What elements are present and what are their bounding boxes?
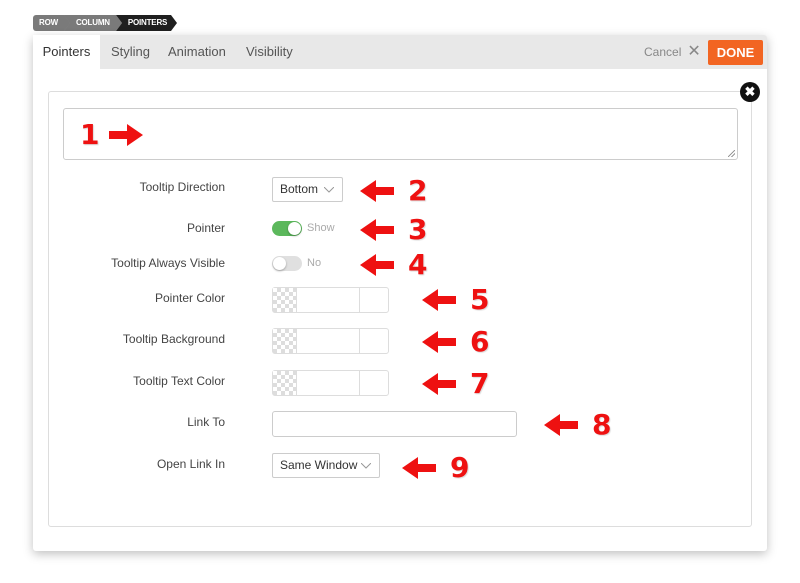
arrow-left-icon (422, 330, 456, 353)
pointer-color-label: Pointer Color (154, 291, 225, 305)
annotation-4: 4 (360, 248, 427, 281)
open-link-in-label: Open Link In (156, 457, 225, 471)
breadcrumb-column[interactable]: COLUMN (63, 15, 122, 31)
arrow-left-icon (360, 218, 394, 241)
arrow-left-icon (360, 253, 394, 276)
tooltip-text-color-clear[interactable] (360, 371, 388, 395)
breadcrumb-row[interactable]: ROW (33, 15, 70, 31)
arrow-left-icon (360, 179, 394, 202)
annotation-5: 5 (422, 283, 489, 316)
tab-pointers[interactable]: Pointers (33, 35, 100, 69)
open-link-in-select[interactable]: Same Window (272, 453, 380, 478)
settings-panel: Pointers Styling Animation Visibility Ca… (33, 35, 767, 551)
tooltip-background-clear[interactable] (360, 329, 388, 353)
pointer-label: Pointer (186, 221, 225, 235)
tooltip-background-picker (272, 328, 389, 354)
tooltip-direction-label: Tooltip Direction (139, 180, 225, 194)
link-to-input[interactable] (272, 411, 517, 437)
tooltip-text-color-label: Tooltip Text Color (133, 374, 225, 388)
annotation-2: 2 (360, 174, 427, 207)
annotation-9: 9 (402, 451, 469, 484)
chevron-down-icon (361, 454, 371, 469)
arrow-left-icon (422, 288, 456, 311)
tooltip-background-swatch[interactable] (273, 329, 297, 353)
pointer-color-picker (272, 287, 389, 313)
breadcrumb-pointers[interactable]: POINTERS (115, 15, 178, 31)
tooltip-direction-value: Bottom (280, 182, 319, 196)
tooltip-always-visible-state: No (307, 257, 322, 269)
annotation-1: 1 (80, 118, 144, 151)
tooltip-text-color-picker (272, 370, 389, 396)
annotation-3: 3 (360, 213, 427, 246)
pointer-color-input[interactable] (297, 288, 360, 312)
tooltip-text-color-input[interactable] (297, 371, 360, 395)
annotation-number: 3 (408, 213, 428, 246)
close-icon: ✕ (687, 43, 701, 60)
tooltip-direction-select[interactable]: Bottom (272, 177, 343, 202)
annotation-number: 7 (470, 367, 490, 400)
annotation-number: 1 (80, 118, 100, 151)
arrow-left-icon (422, 372, 456, 395)
done-button[interactable]: DONE (708, 40, 763, 65)
annotation-8: 8 (544, 408, 611, 441)
tooltip-background-label: Tooltip Background (122, 332, 225, 346)
tab-styling[interactable]: Styling (111, 35, 150, 69)
annotation-6: 6 (422, 325, 489, 358)
tooltip-always-visible-toggle[interactable] (272, 256, 302, 271)
pointer-color-clear[interactable] (360, 288, 388, 312)
tooltip-always-visible-label: Tooltip Always Visible (111, 256, 225, 270)
chevron-down-icon (324, 178, 334, 193)
annotation-number: 6 (470, 325, 490, 358)
open-link-in-value: Same Window (280, 458, 358, 472)
tab-visibility[interactable]: Visibility (246, 35, 293, 69)
tooltip-background-input[interactable] (297, 329, 360, 353)
pointer-color-swatch[interactable] (273, 288, 297, 312)
arrow-left-icon (544, 413, 578, 436)
content-textarea[interactable] (63, 108, 738, 160)
pointer-state: Show (307, 222, 335, 234)
cancel-label: Cancel (644, 45, 682, 59)
tab-bar: Pointers Styling Animation Visibility Ca… (33, 35, 767, 69)
annotation-7: 7 (422, 367, 489, 400)
pointer-toggle[interactable] (272, 221, 302, 236)
link-to-label: Link To (187, 415, 225, 429)
breadcrumb: ROW COLUMN POINTERS (33, 15, 178, 31)
arrow-left-icon (402, 456, 436, 479)
resize-handle-icon[interactable] (728, 150, 735, 157)
annotation-number: 5 (470, 283, 490, 316)
annotation-number: 2 (408, 174, 428, 207)
close-circle-icon[interactable]: ✖ (740, 82, 760, 102)
arrow-right-icon (109, 123, 144, 146)
annotation-number: 8 (592, 408, 612, 441)
annotation-number: 9 (450, 451, 470, 484)
tooltip-text-color-swatch[interactable] (273, 371, 297, 395)
cancel-button[interactable]: Cancel ✕ (644, 35, 701, 69)
toggle-knob (288, 222, 301, 235)
tab-animation[interactable]: Animation (168, 35, 226, 69)
toggle-knob (273, 257, 286, 270)
annotation-number: 4 (408, 248, 428, 281)
